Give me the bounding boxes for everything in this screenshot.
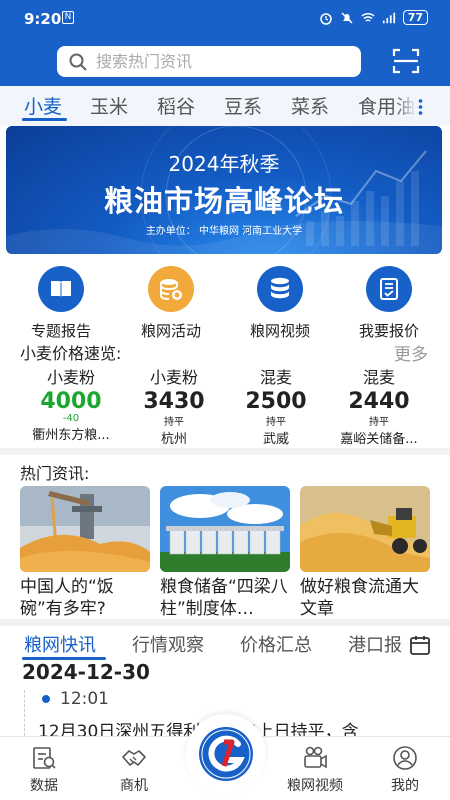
tab-market-watch[interactable]: 行情观察 bbox=[132, 631, 204, 657]
entry-label: 粮网视频 bbox=[249, 322, 310, 340]
book-icon bbox=[38, 266, 84, 312]
price-location: 衢州东方粮... bbox=[32, 428, 110, 443]
nfc-icon: N bbox=[62, 11, 74, 24]
nav-home-button[interactable] bbox=[186, 714, 266, 794]
video-camera-icon bbox=[304, 746, 327, 769]
price-product: 混麦 bbox=[362, 368, 395, 387]
news-caption: 做好粮食流通大文章 bbox=[300, 577, 419, 619]
header: 9:20 N 77 bbox=[0, 0, 450, 86]
hot-news-title: 热门资讯: bbox=[20, 464, 90, 483]
price-change: 持平 bbox=[164, 417, 184, 428]
price-card[interactable]: 混麦 2440 持平 嘉峪关储备... bbox=[325, 364, 433, 447]
news-image-silos bbox=[160, 486, 290, 572]
tab-port-report[interactable]: 港口报 bbox=[348, 631, 402, 657]
search-input[interactable] bbox=[96, 52, 336, 71]
section-divider bbox=[0, 448, 450, 455]
news-caption: 中国人的“饭碗”有多牢? bbox=[20, 577, 114, 619]
app-root: 9:20 N 77 小麦 玉米 稻谷 豆系 菜系 食用油 bbox=[0, 0, 450, 800]
data-icon bbox=[33, 747, 56, 769]
tab-wheat[interactable]: 小麦 bbox=[24, 92, 62, 119]
nav-business[interactable]: 商机 bbox=[99, 745, 169, 795]
price-change: 持平 bbox=[266, 417, 286, 428]
price-value: 4000 bbox=[40, 389, 102, 414]
tab-corn[interactable]: 玉米 bbox=[90, 92, 128, 119]
calendar-icon[interactable] bbox=[409, 634, 431, 656]
promo-banner[interactable]: 2024年秋季 粮油市场高峰论坛 主办单位： 中华粮网 河南工业大学 bbox=[6, 126, 442, 254]
news-image-loader bbox=[300, 486, 430, 572]
mute-icon bbox=[341, 11, 353, 24]
feed-tabs: 粮网快讯 行情观察 价格汇总 港口报 bbox=[0, 628, 450, 658]
news-card[interactable]: 粮食储备“四梁八柱”制度体… bbox=[160, 486, 290, 620]
price-location: 武威 bbox=[262, 432, 289, 447]
nav-label: 我的 bbox=[391, 778, 419, 794]
scan-icon[interactable] bbox=[391, 46, 421, 76]
user-icon bbox=[393, 746, 417, 770]
tab-price-summary[interactable]: 价格汇总 bbox=[240, 631, 312, 657]
price-location: 杭州 bbox=[160, 432, 187, 447]
entry-quote[interactable]: 我要报价 bbox=[344, 266, 434, 341]
price-section-title: 小麦价格速览: bbox=[20, 344, 122, 363]
nav-videos[interactable]: 粮网视频 bbox=[280, 745, 350, 795]
price-value: 2440 bbox=[348, 389, 410, 414]
price-change: -40 bbox=[62, 413, 80, 424]
nav-label: 商机 bbox=[120, 778, 148, 794]
price-value: 2500 bbox=[245, 389, 307, 414]
more-categories-icon[interactable] bbox=[418, 99, 423, 115]
entry-label: 粮网活动 bbox=[140, 322, 201, 340]
banner-subtitle: 2024年秋季 bbox=[168, 152, 280, 176]
timeline-dot bbox=[42, 695, 50, 703]
nav-label: 粮网视频 bbox=[287, 778, 343, 794]
entry-activities[interactable]: 粮网活动 bbox=[126, 266, 216, 341]
entry-videos[interactable]: 粮网视频 bbox=[235, 266, 325, 341]
price-product: 小麦粉 bbox=[149, 368, 198, 387]
price-product: 混麦 bbox=[259, 368, 292, 387]
banner-organizers: 主办单位： 中华粮网 河南工业大学 bbox=[145, 226, 303, 237]
price-card[interactable]: 小麦粉 3430 持平 杭州 bbox=[120, 364, 228, 447]
price-product: 小麦粉 bbox=[46, 368, 95, 387]
active-tab-indicator bbox=[22, 118, 67, 121]
nav-profile[interactable]: 我的 bbox=[370, 745, 440, 795]
price-card[interactable]: 小麦粉 4000 -40 衢州东方粮... bbox=[17, 364, 125, 443]
news-image-grain-pour bbox=[20, 486, 150, 572]
search-bar[interactable] bbox=[57, 46, 361, 77]
banner-title: 粮油市场高峰论坛 bbox=[103, 184, 344, 218]
status-icons: 77 bbox=[319, 10, 428, 25]
price-value: 3430 bbox=[143, 389, 205, 414]
section-divider bbox=[0, 619, 450, 626]
news-caption: 粮食储备“四梁八柱”制度体… bbox=[160, 577, 288, 619]
price-card[interactable]: 混麦 2500 持平 武威 bbox=[222, 364, 330, 447]
timeline-line bbox=[24, 690, 25, 736]
nav-label: 数据 bbox=[30, 778, 58, 794]
news-card[interactable]: 做好粮食流通大文章 bbox=[300, 486, 430, 620]
price-more-link[interactable]: 更多 bbox=[394, 340, 428, 365]
feed-time: 12:01 bbox=[60, 689, 109, 709]
entry-label: 我要报价 bbox=[358, 322, 419, 340]
news-card[interactable]: 中国人的“饭碗”有多牢? bbox=[20, 486, 150, 620]
entry-label: 专题报告 bbox=[30, 322, 91, 340]
feed-date: 2024-12-30 bbox=[22, 660, 150, 684]
wifi-icon bbox=[361, 12, 375, 22]
tab-rice[interactable]: 稻谷 bbox=[157, 92, 195, 119]
tab-beans[interactable]: 豆系 bbox=[224, 92, 262, 119]
search-icon bbox=[69, 53, 87, 71]
handshake-icon bbox=[122, 750, 146, 766]
brand-logo-icon bbox=[199, 727, 253, 781]
alarm-icon bbox=[319, 12, 332, 25]
status-time: 9:20 bbox=[24, 10, 62, 28]
signal-icon bbox=[382, 12, 395, 23]
entry-special-report[interactable]: 专题报告 bbox=[16, 266, 106, 341]
tab-flash-news[interactable]: 粮网快讯 bbox=[24, 631, 96, 657]
category-tabs: 小麦 玉米 稻谷 豆系 菜系 食用油 bbox=[0, 86, 450, 126]
price-change: 持平 bbox=[369, 417, 389, 428]
price-location: 嘉峪关储备... bbox=[340, 432, 418, 447]
database-icon bbox=[257, 266, 303, 312]
tab-rapeseed[interactable]: 菜系 bbox=[291, 92, 329, 119]
document-check-icon bbox=[366, 266, 412, 312]
coin-stack-icon bbox=[148, 266, 194, 312]
status-bar: 9:20 N 77 bbox=[0, 0, 450, 34]
nav-data[interactable]: 数据 bbox=[9, 745, 79, 795]
battery-indicator: 77 bbox=[402, 10, 428, 25]
